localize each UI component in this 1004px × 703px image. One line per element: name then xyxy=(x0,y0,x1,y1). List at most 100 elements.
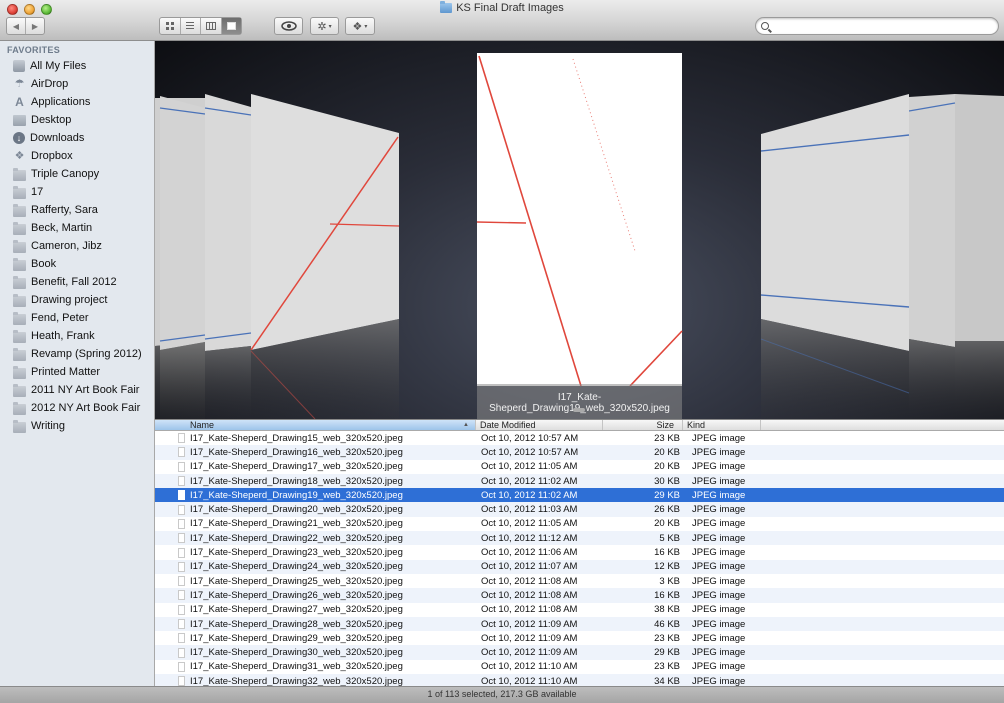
sort-ascending-icon: ▲ xyxy=(463,422,469,428)
column-header-size[interactable]: Size xyxy=(603,420,683,430)
cover-right-2[interactable] xyxy=(908,94,956,419)
table-row[interactable]: I17_Kate-Sheperd_Drawing21_web_320x520.j… xyxy=(155,517,1004,531)
table-row[interactable]: I17_Kate-Sheperd_Drawing25_web_320x520.j… xyxy=(155,574,1004,588)
forward-button[interactable]: ▶ xyxy=(25,18,44,34)
table-row[interactable]: I17_Kate-Sheperd_Drawing18_web_320x520.j… xyxy=(155,473,1004,489)
file-size: 3 KB xyxy=(659,575,680,587)
file-kind: JPEG image xyxy=(692,661,746,673)
sidebar-item-desktop[interactable]: Desktop xyxy=(0,111,155,129)
icon-view-button[interactable] xyxy=(160,18,180,34)
sidebar-item-benefit-fall-2012[interactable]: Benefit, Fall 2012 xyxy=(0,273,155,291)
cover-flow-view-button[interactable] xyxy=(220,18,241,34)
sidebar-item-label: Dropbox xyxy=(31,150,73,162)
cover-right-3[interactable] xyxy=(955,94,1004,419)
cover-left-0[interactable] xyxy=(250,94,400,419)
file-size: 23 KB xyxy=(654,432,680,444)
file-size: 26 KB xyxy=(654,504,680,516)
search-field[interactable] xyxy=(755,17,999,35)
sidebar-item-writing[interactable]: Writing xyxy=(0,417,155,435)
jpeg-file-icon xyxy=(178,476,185,487)
column-header-date-modified[interactable]: Date Modified xyxy=(476,420,603,430)
file-date-modified: Oct 10, 2012 11:02 AM xyxy=(481,489,578,501)
sidebar-item-printed-matter[interactable]: Printed Matter xyxy=(0,363,155,381)
table-row[interactable]: I17_Kate-Sheperd_Drawing22_web_320x520.j… xyxy=(155,531,1004,546)
view-mode-control xyxy=(159,17,242,35)
sidebar-item-2012-ny-art-book-fair[interactable]: 2012 NY Art Book Fair xyxy=(0,399,155,417)
sidebar-item-label: Cameron, Jibz xyxy=(31,240,102,252)
column-view-button[interactable] xyxy=(200,18,221,34)
dropbox-icon: ❖ xyxy=(352,20,363,33)
file-name: I17_Kate-Sheperd_Drawing25_web_320x520.j… xyxy=(190,575,403,587)
jpeg-file-icon xyxy=(178,676,185,686)
file-name: I17_Kate-Sheperd_Drawing20_web_320x520.j… xyxy=(190,504,403,516)
search-input[interactable] xyxy=(772,19,998,33)
file-date-modified: Oct 10, 2012 11:09 AM xyxy=(481,618,578,630)
sidebar-item-airdrop[interactable]: ☂ AirDrop xyxy=(0,75,155,93)
sidebar-item-2011-ny-art-book-fair[interactable]: 2011 NY Art Book Fair xyxy=(0,381,155,399)
cover-flow-scroll-handle[interactable] xyxy=(573,408,585,412)
folder-icon xyxy=(13,383,26,397)
table-row[interactable]: I17_Kate-Sheperd_Drawing27_web_320x520.j… xyxy=(155,603,1004,617)
file-name: I17_Kate-Sheperd_Drawing17_web_320x520.j… xyxy=(190,461,403,473)
sidebar-item-beck-martin[interactable]: Beck, Martin xyxy=(0,219,155,237)
table-row[interactable]: I17_Kate-Sheperd_Drawing30_web_320x520.j… xyxy=(155,645,1004,660)
table-row[interactable]: I17_Kate-Sheperd_Drawing15_web_320x520.j… xyxy=(155,431,1004,445)
column-header-kind[interactable]: Kind xyxy=(683,420,761,430)
quick-look-button[interactable] xyxy=(274,17,303,35)
sidebar-item-book[interactable]: Book xyxy=(0,255,155,273)
sidebar-item-heath-frank[interactable]: Heath, Frank xyxy=(0,327,155,345)
list-header: Name ▲ Date Modified Size Kind xyxy=(155,419,1004,431)
sidebar-item-rafferty-sara[interactable]: Rafferty, Sara xyxy=(0,201,155,219)
table-row[interactable]: I17_Kate-Sheperd_Drawing24_web_320x520.j… xyxy=(155,559,1004,574)
table-row[interactable]: I17_Kate-Sheperd_Drawing17_web_320x520.j… xyxy=(155,460,1004,474)
file-name: I17_Kate-Sheperd_Drawing32_web_320x520.j… xyxy=(190,675,403,686)
table-row-selected[interactable]: I17_Kate-Sheperd_Drawing19_web_320x520.j… xyxy=(155,488,1004,503)
back-button[interactable]: ◀ xyxy=(7,18,25,34)
table-row[interactable]: I17_Kate-Sheperd_Drawing29_web_320x520.j… xyxy=(155,631,1004,645)
file-name: I17_Kate-Sheperd_Drawing19_web_320x520.j… xyxy=(190,489,403,501)
cover-left-1[interactable] xyxy=(204,94,252,419)
folder-icon xyxy=(13,365,26,379)
table-row[interactable]: I17_Kate-Sheperd_Drawing16_web_320x520.j… xyxy=(155,445,1004,460)
column-header-name[interactable]: Name ▲ xyxy=(155,420,476,430)
cover-left-2[interactable] xyxy=(159,96,206,419)
table-row[interactable]: I17_Kate-Sheperd_Drawing26_web_320x520.j… xyxy=(155,588,1004,603)
dropbox-menu-button[interactable]: ❖ ▾ xyxy=(345,17,375,35)
sidebar-item-drawing-project[interactable]: Drawing project xyxy=(0,291,155,309)
sidebar-item-all-my-files[interactable]: All My Files xyxy=(0,57,155,75)
cover-flow-caption: I17_Kate-Sheperd_Drawing19_web_320x520.j… xyxy=(477,384,682,419)
cover-flow-view[interactable]: I17_Kate-Sheperd_Drawing19_web_320x520.j… xyxy=(155,41,1004,419)
toolbar: KS Final Draft Images ◀ ▶ ✲ ▾ ❖ ▾ xyxy=(0,0,1004,41)
list-view-button[interactable] xyxy=(179,18,201,34)
file-kind: JPEG image xyxy=(692,532,746,544)
file-list: Name ▲ Date Modified Size Kind I17_Kate-… xyxy=(155,419,1004,686)
file-size: 16 KB xyxy=(654,589,680,601)
file-date-modified: Oct 10, 2012 11:09 AM xyxy=(481,632,578,644)
search-icon xyxy=(761,22,769,30)
sidebar-item-cameron-jibz[interactable]: Cameron, Jibz xyxy=(0,237,155,255)
table-row[interactable]: I17_Kate-Sheperd_Drawing20_web_320x520.j… xyxy=(155,502,1004,517)
sidebar-item-downloads[interactable]: ↓ Downloads xyxy=(0,129,155,147)
sidebar-item-label: Desktop xyxy=(31,114,72,126)
file-icon-cell xyxy=(155,647,190,658)
sidebar-item-label: All My Files xyxy=(30,60,87,72)
cover-center-selected[interactable] xyxy=(476,53,683,387)
sidebar-item-applications[interactable]: A Applications xyxy=(0,93,155,111)
file-icon-cell xyxy=(155,604,190,615)
table-row[interactable]: I17_Kate-Sheperd_Drawing23_web_320x520.j… xyxy=(155,545,1004,559)
file-icon-cell xyxy=(155,490,190,501)
table-row[interactable]: I17_Kate-Sheperd_Drawing32_web_320x520.j… xyxy=(155,674,1004,686)
sidebar-item-fend-peter[interactable]: Fend, Peter xyxy=(0,309,155,327)
sidebar-item-17[interactable]: 17 xyxy=(0,183,155,201)
table-row[interactable]: I17_Kate-Sheperd_Drawing31_web_320x520.j… xyxy=(155,660,1004,674)
sidebar-item-dropbox[interactable]: ❖ Dropbox xyxy=(0,147,155,165)
folder-icon xyxy=(13,329,26,343)
table-row[interactable]: I17_Kate-Sheperd_Drawing28_web_320x520.j… xyxy=(155,616,1004,632)
file-icon-cell xyxy=(155,433,190,444)
sidebar-item-triple-canopy[interactable]: Triple Canopy xyxy=(0,165,155,183)
desktop-icon xyxy=(13,114,26,126)
action-menu-button[interactable]: ✲ ▾ xyxy=(310,17,339,35)
cover-right-1[interactable] xyxy=(760,94,910,419)
file-icon-cell xyxy=(155,518,190,529)
sidebar-item-revamp-spring-2012[interactable]: Revamp (Spring 2012) xyxy=(0,345,155,363)
